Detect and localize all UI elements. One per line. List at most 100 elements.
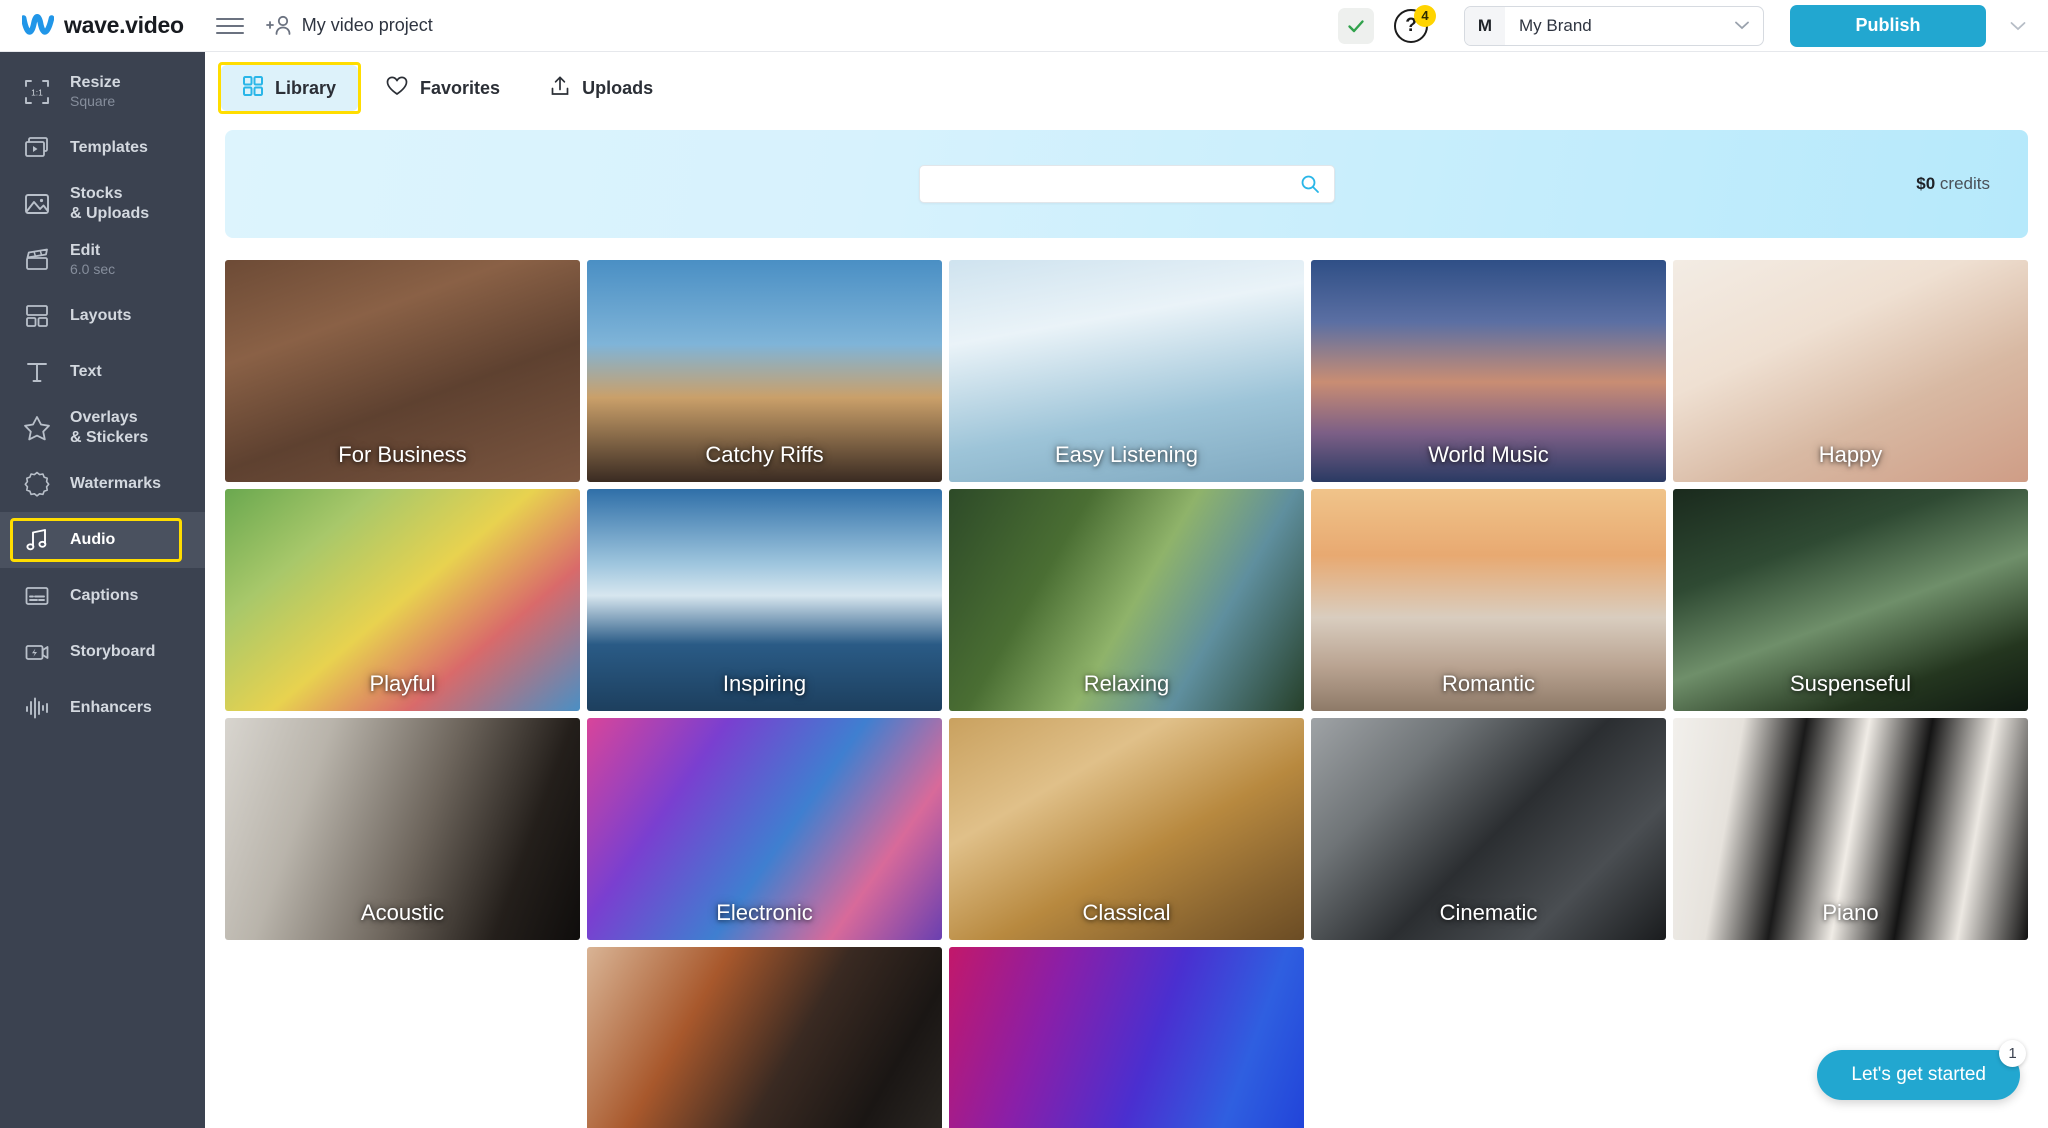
category-card[interactable]: Piano — [1673, 718, 2028, 940]
category-card[interactable]: Electronic — [587, 718, 942, 940]
search-input[interactable] — [919, 166, 1300, 202]
main-panel: Library Favorites Uploads $0 credits For… — [205, 52, 2048, 1128]
heart-icon — [386, 76, 408, 101]
tab-library-label: Library — [275, 77, 337, 98]
templates-icon — [20, 131, 54, 165]
category-card[interactable]: For Business — [225, 260, 580, 482]
category-card[interactable]: Playful — [225, 489, 580, 711]
category-card[interactable]: Relaxing — [949, 489, 1304, 711]
help-button[interactable]: ? 4 — [1394, 4, 1436, 46]
checkmark-icon — [1348, 19, 1364, 32]
category-card[interactable] — [225, 947, 580, 1128]
search-box[interactable] — [918, 165, 1335, 203]
category-card-label: Easy Listening — [1054, 442, 1199, 467]
search-banner: $0 credits — [225, 130, 2028, 238]
category-card[interactable]: Suspenseful — [1673, 489, 2028, 711]
category-card[interactable]: Catchy Riffs — [587, 260, 942, 482]
sidebar-item-sublabel: 6.0 sec — [70, 261, 116, 278]
category-card[interactable]: Romantic — [1311, 489, 1666, 711]
sidebar-item-label: Text — [70, 363, 102, 380]
layouts-icon — [20, 299, 54, 333]
sidebar-item-label: Edit — [70, 242, 101, 260]
category-card-label: Electronic — [716, 900, 813, 925]
sidebar-item-overlays-stickers[interactable]: Overlays & Stickers — [0, 400, 205, 456]
badge-icon — [20, 467, 54, 501]
upload-icon — [550, 75, 570, 101]
sidebar-item-label: Resize — [70, 74, 121, 92]
category-card-label: World Music — [1428, 442, 1549, 467]
category-card-label: Happy — [1818, 442, 1883, 467]
category-card-label: Classical — [1082, 900, 1171, 925]
audio-tabs: Library Favorites Uploads — [205, 52, 2048, 124]
saved-status-button[interactable] — [1338, 7, 1374, 44]
svg-text:1:1: 1:1 — [31, 88, 43, 98]
sidebar-item-layouts[interactable]: Layouts — [0, 288, 205, 344]
category-card-label: Romantic — [1442, 671, 1535, 696]
category-card-label: Piano — [1822, 900, 1879, 925]
sidebar-item-captions[interactable]: Captions — [0, 568, 205, 624]
sidebar-item-label: Layouts — [70, 307, 132, 324]
sidebar-item-resize[interactable]: 1:1 Resize Square — [0, 64, 205, 120]
tab-uploads[interactable]: Uploads — [528, 65, 675, 111]
publish-button[interactable]: Publish — [1790, 4, 1986, 47]
sidebar-item-label2: & Uploads — [70, 205, 150, 222]
invite-user-icon[interactable] — [265, 14, 292, 38]
search-icon[interactable] — [1300, 174, 1320, 194]
category-card[interactable]: World Music — [1311, 260, 1666, 482]
category-card-label: For Business — [338, 442, 467, 467]
sidebar-item-label: Captions — [70, 587, 139, 604]
project-title[interactable]: My video project — [302, 15, 433, 36]
category-card[interactable] — [587, 947, 942, 1128]
brand-logo[interactable]: wave.video — [22, 12, 184, 39]
category-card[interactable]: Acoustic — [225, 718, 580, 940]
menu-icon[interactable] — [215, 15, 244, 37]
get-started-button[interactable]: Let's get started 1 — [1817, 1040, 2026, 1100]
brand-selector[interactable]: M My Brand — [1464, 5, 1764, 46]
category-card-label: Playful — [369, 671, 436, 696]
sidebar-item-watermarks[interactable]: Watermarks — [0, 456, 205, 512]
category-grid: For Business Catchy Riffs Easy Listening Wo… — [225, 260, 2028, 1128]
sidebar-item-templates[interactable]: Templates — [0, 120, 205, 176]
credits-label: credits — [1939, 174, 1990, 193]
sidebar-item-enhancers[interactable]: Enhancers — [0, 680, 205, 736]
sidebar-item-sublabel: Square — [70, 93, 116, 110]
category-card[interactable]: Happy — [1673, 260, 2028, 482]
collapse-chevron-icon[interactable] — [2010, 21, 2026, 31]
sidebar-item-label: Stocks — [70, 185, 123, 202]
brand-selector-label: My Brand — [1519, 15, 1592, 35]
brand-name: wave.video — [64, 12, 184, 38]
tab-library[interactable]: Library — [218, 62, 362, 114]
tab-favorites[interactable]: Favorites — [364, 65, 522, 111]
category-card[interactable]: Easy Listening — [949, 260, 1304, 482]
category-card-label: Cinematic — [1439, 900, 1538, 925]
star-icon — [20, 411, 54, 445]
sidebar-item-label2: & Stickers — [70, 429, 149, 446]
music-note-icon — [20, 523, 54, 557]
sidebar-item-audio[interactable]: Audio — [0, 512, 205, 568]
category-card[interactable]: Inspiring — [587, 489, 942, 711]
waveform-icon — [20, 691, 54, 725]
top-bar-actions: ? 4 M My Brand Publish — [1338, 4, 2048, 47]
category-card-label: Relaxing — [1083, 671, 1170, 696]
grid-icon — [243, 75, 263, 101]
image-icon — [20, 187, 54, 221]
get-started-label: Let's get started — [1851, 1064, 1986, 1085]
help-badge: 4 — [1414, 4, 1436, 27]
category-card[interactable]: Classical — [949, 718, 1304, 940]
wave-logo-icon — [22, 13, 54, 35]
category-card-label: Inspiring — [722, 671, 807, 696]
clapperboard-icon — [20, 243, 54, 277]
category-card[interactable] — [949, 947, 1304, 1128]
sidebar-item-label: Audio — [70, 531, 116, 548]
sidebar: 1:1 Resize Square Templates Stocks & Upl… — [0, 52, 205, 1128]
sidebar-item-text[interactable]: Text — [0, 344, 205, 400]
captions-icon — [20, 579, 54, 613]
sidebar-item-edit[interactable]: Edit 6.0 sec — [0, 232, 205, 288]
category-card[interactable]: Cinematic — [1311, 718, 1666, 940]
top-bar: wave.video My video project ? 4 M My Bra… — [0, 0, 2048, 52]
sidebar-item-storyboard[interactable]: Storyboard — [0, 624, 205, 680]
brand-avatar: M — [1465, 6, 1505, 45]
sidebar-item-stocks-uploads[interactable]: Stocks & Uploads — [0, 176, 205, 232]
tab-uploads-label: Uploads — [582, 77, 654, 98]
chevron-down-icon — [1735, 21, 1749, 30]
